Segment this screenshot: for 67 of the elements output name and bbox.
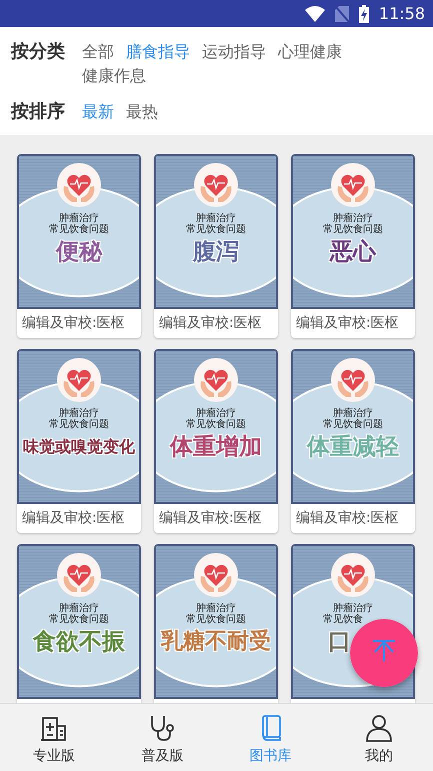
cover-subtitle: 常见饮食问题 (323, 419, 383, 430)
cover-series: 肿瘤治疗 (59, 213, 99, 224)
book-caption: 编辑及审校:医枢 (158, 314, 263, 333)
filter-option[interactable]: 心理健康 (278, 39, 342, 63)
wifi-icon (304, 6, 325, 22)
book-card[interactable]: 肿瘤治疗 常见饮食问题 体重减轻 编辑及审校:医枢 (291, 349, 415, 533)
stethoscope-icon (148, 714, 176, 742)
cover-series: 肿瘤治疗 (59, 603, 99, 614)
filter-option[interactable]: 健康作息 (82, 63, 146, 87)
cover-subtitle: 常见饮食问题 (49, 224, 109, 235)
book-caption: 编辑及审校:医枢 (295, 314, 400, 333)
cover-title: 味觉或嗅觉变化 (23, 436, 135, 458)
heart-hands-icon (56, 552, 102, 598)
cover-series: 肿瘤治疗 (333, 213, 373, 224)
cover-title: 乳糖不耐受 (161, 628, 271, 656)
heart-hands-icon (193, 357, 239, 403)
cover-subtitle: 常见饮食问题 (49, 614, 109, 625)
book-caption: 编辑及审校:医枢 (295, 509, 400, 528)
cover-title: 体重增加 (170, 433, 262, 462)
cover-series: 肿瘤治疗 (333, 603, 373, 614)
cover-title: 便秘 (56, 238, 102, 267)
status-time: 11:58 (378, 4, 425, 23)
book-caption: 编辑及审校:医枢 (21, 509, 126, 528)
cover-series: 肿瘤治疗 (196, 408, 236, 419)
heart-hands-icon (330, 162, 376, 208)
cover-title: 腹泻 (193, 238, 239, 267)
heart-hands-icon (193, 162, 239, 208)
cover-series: 肿瘤治疗 (59, 408, 99, 419)
heart-hands-icon (330, 357, 376, 403)
person-icon (364, 714, 393, 742)
hospital-icon (40, 714, 68, 742)
book-caption: 编辑及审校:医枢 (21, 314, 126, 333)
heart-hands-icon (193, 552, 239, 598)
book-card[interactable]: 肿瘤治疗 常见饮食问题 乳糖不耐受 (154, 544, 278, 703)
book-card[interactable]: 肿瘤治疗 常见饮食问题 腹泻 编辑及审校:医枢 (154, 154, 278, 338)
book-caption: 编辑及审校:医枢 (158, 509, 263, 528)
filter-label: 按分类 (11, 40, 66, 64)
cover-title: 口 (328, 628, 351, 657)
cover-subtitle: 常见饮食问题 (186, 614, 246, 625)
cover-title: 食欲不振 (33, 628, 125, 657)
cover-subtitle: 常见饮食问题 (323, 224, 383, 235)
book-card[interactable]: 肿瘤治疗 常见饮食问题 味觉或嗅觉变化 编辑及审校:医枢 (17, 349, 141, 533)
filter-option[interactable]: 全部 (82, 39, 114, 63)
cover-series: 肿瘤治疗 (333, 408, 373, 419)
sim-card-icon (334, 6, 349, 22)
filter-label: 按排序 (11, 100, 66, 124)
cover-subtitle: 常见饮食问题 (49, 419, 109, 430)
nav-tab[interactable]: 普及版 (108, 704, 216, 771)
cover-subtitle: 常见饮食问题 (186, 224, 246, 235)
book-card[interactable]: 肿瘤治疗 常见饮食问题 体重增加 编辑及审校:医枢 (154, 349, 278, 533)
filter-option[interactable]: 运动指导 (202, 39, 266, 63)
book-card[interactable]: 肿瘤治疗 常见饮食问题 食欲不振 (17, 544, 141, 703)
book-card[interactable]: 肿瘤治疗 常见饮食问题 便秘 编辑及审校:医枢 (17, 154, 141, 338)
cover-subtitle: 常见饮食 (323, 614, 363, 625)
cover-subtitle: 常见饮食问题 (186, 419, 246, 430)
cover-series: 肿瘤治疗 (196, 603, 236, 614)
heart-hands-icon (56, 357, 102, 403)
filter-option[interactable]: 最热 (126, 99, 158, 123)
cover-series: 肿瘤治疗 (196, 213, 236, 224)
heart-hands-icon (330, 552, 376, 598)
book-card[interactable]: 肿瘤治疗 常见饮食问题 恶心 编辑及审校:医枢 (291, 154, 415, 338)
heart-hands-icon (56, 162, 102, 208)
nav-tab[interactable]: 我的 (324, 704, 433, 771)
battery-charging-icon (358, 4, 369, 22)
cover-title: 恶心 (330, 238, 376, 267)
cover-title: 体重减轻 (307, 433, 399, 462)
nav-tab[interactable]: 专业版 (0, 704, 108, 771)
